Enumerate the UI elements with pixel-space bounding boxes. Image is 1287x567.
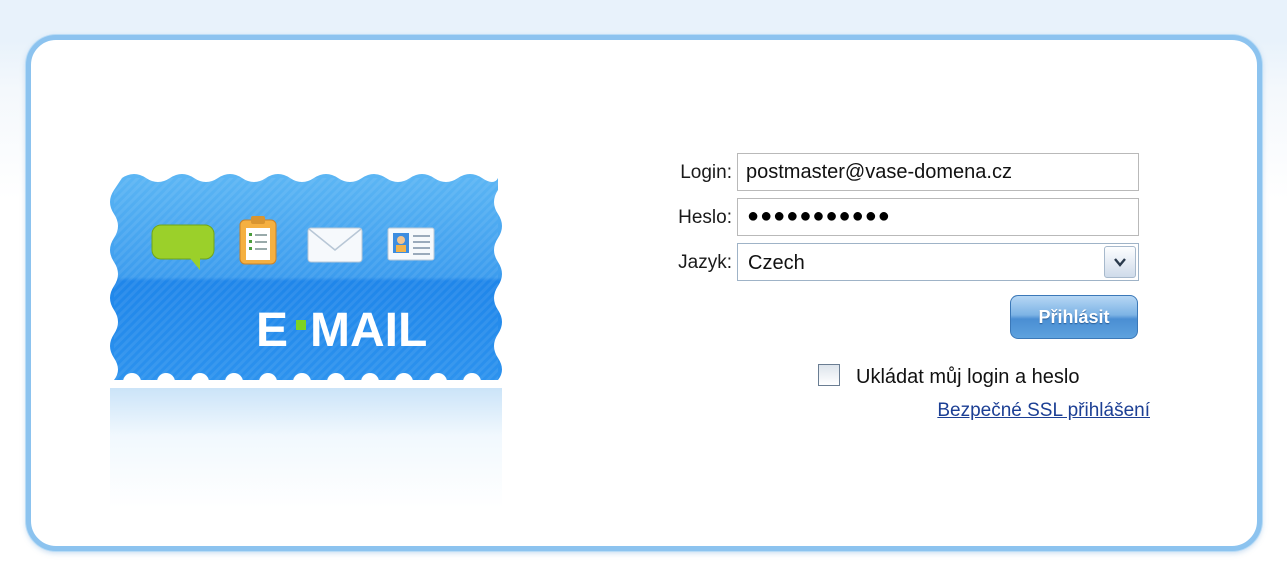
password-label: Heslo: <box>678 207 732 228</box>
login-button[interactable]: Přihlásit <box>1010 295 1138 339</box>
language-row: Jazyk: Czech <box>620 240 1140 281</box>
logo-text-mail: MAIL <box>310 304 427 357</box>
password-row: Heslo: ●●●●●●●●●●● <box>620 195 1140 236</box>
ssl-login-link[interactable]: Bezpečné SSL přihlášení <box>937 400 1150 422</box>
envelope-icon <box>307 227 363 263</box>
language-selected-value: Czech <box>748 252 805 274</box>
stamp-graphic: E MAIL <box>110 174 502 391</box>
clipboard-icon <box>239 216 277 265</box>
login-form: Login: Heslo: ●●●●●●●●●●● Jazyk: Czech P… <box>620 150 1150 430</box>
chevron-down-icon[interactable] <box>1104 246 1136 278</box>
language-select[interactable]: Czech <box>737 243 1139 281</box>
logo-green-dot <box>296 320 306 330</box>
password-input[interactable] <box>737 198 1139 236</box>
language-label: Jazyk: <box>678 252 732 273</box>
logo-reflection <box>110 388 502 508</box>
remember-label[interactable]: Ukládat můj login a heslo <box>856 366 1079 389</box>
remember-checkbox[interactable] <box>818 364 840 386</box>
contact-card-icon <box>387 227 435 261</box>
email-stamp-logo: E MAIL <box>110 170 502 530</box>
login-row: Login: <box>620 150 1140 191</box>
login-label: Login: <box>680 162 732 183</box>
remember-option[interactable]: Ukládat můj login a heslo <box>818 362 1148 392</box>
logo-text-e: E <box>256 304 288 357</box>
login-input[interactable] <box>737 153 1139 191</box>
